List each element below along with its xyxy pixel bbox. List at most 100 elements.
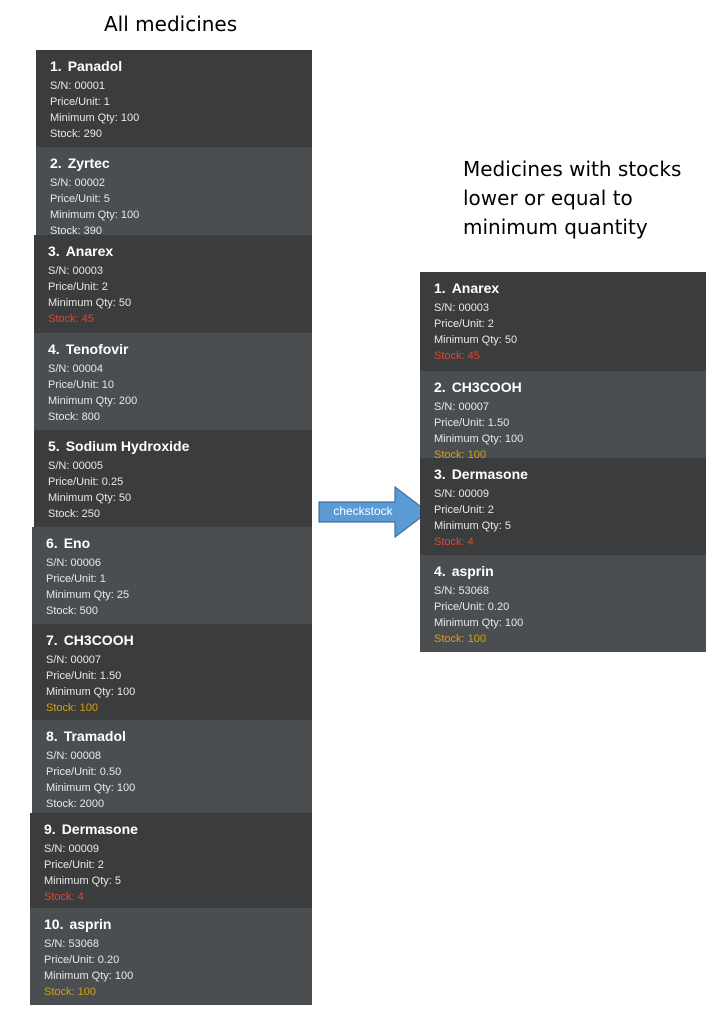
price-per-unit-label: Price/Unit: (50, 193, 104, 205)
serial-number: S/N: 00005 (48, 458, 312, 474)
price-per-unit-value: 0.50 (99, 766, 122, 778)
serial-number-value: 00003 (72, 265, 104, 277)
medicine-title: 4. Tenofovir (48, 341, 312, 357)
medicine-name: asprin (69, 916, 112, 932)
medicine-card[interactable]: 1. Panadol S/N: 00001 Price/Unit: 1 Minimum … (36, 50, 312, 147)
medicine-card[interactable]: 9. Dermasone S/N: 00009 Price/Unit: 2 Minimu… (30, 813, 312, 908)
minimum-quantity: Minimum Qty: 50 (48, 295, 312, 311)
all-medicines-heading: All medicines (104, 12, 238, 36)
minimum-quantity-label: Minimum Qty: (48, 297, 119, 309)
stock-level-value: 2000 (79, 798, 105, 810)
stock-level-label: Stock: (434, 633, 468, 645)
price-per-unit-label: Price/Unit: (46, 766, 100, 778)
medicine-card[interactable]: 2. Zyrtec S/N: 00002 Price/Unit: 5 Minimum Q… (36, 147, 312, 235)
minimum-quantity: Minimum Qty: 100 (50, 110, 312, 126)
medicine-name: asprin (451, 563, 494, 579)
medicine-card[interactable]: 3. Anarex S/N: 00003 Price/Unit: 2 Minimum Q… (34, 235, 312, 333)
medicine-title: 1. Panadol (50, 58, 312, 74)
medicine-index: 5. (48, 438, 60, 454)
minimum-quantity-value: 100 (120, 209, 140, 221)
minimum-quantity: Minimum Qty: 100 (44, 968, 312, 984)
stock-level-value: 45 (81, 313, 94, 325)
minimum-quantity-label: Minimum Qty: (434, 617, 505, 629)
medicine-index: 3. (48, 243, 60, 259)
medicine-card[interactable]: 1. Anarex S/N: 00003 Price/Unit: 2 Minimum Q… (420, 272, 706, 371)
medicine-name: Panadol (67, 58, 123, 74)
medicine-card[interactable]: 4. asprin S/N: 53068 Price/Unit: 0.20 Minimu… (420, 555, 706, 652)
serial-number-value: 53068 (68, 938, 100, 950)
serial-number-value: 00008 (70, 750, 102, 762)
medicine-index: 4. (48, 341, 60, 357)
serial-number-value: 00002 (74, 177, 106, 189)
medicine-name: Dermasone (451, 466, 528, 482)
medicine-title: 5. Sodium Hydroxide (48, 438, 312, 454)
serial-number-value: 00007 (458, 401, 490, 413)
serial-number-label: S/N: (46, 654, 71, 666)
medicine-card[interactable]: 8. Tramadol S/N: 00008 Price/Unit: 0.50 Mini… (32, 720, 312, 813)
stock-level-label: Stock: (48, 411, 82, 423)
medicine-name: Tramadol (63, 728, 126, 744)
price-per-unit: Price/Unit: 2 (48, 279, 312, 295)
minimum-quantity: Minimum Qty: 100 (46, 684, 312, 700)
minimum-quantity-value: 50 (118, 492, 132, 504)
serial-number-label: S/N: (48, 363, 73, 375)
minimum-quantity-label: Minimum Qty: (46, 782, 117, 794)
stock-level-label: Stock: (434, 449, 468, 458)
stock-level-label: Stock: (48, 313, 82, 325)
medicine-name: Sodium Hydroxide (65, 438, 190, 454)
serial-number: S/N: 00003 (48, 263, 312, 279)
medicine-title: 2. CH3COOH (434, 379, 706, 395)
medicine-name: Eno (63, 535, 91, 551)
minimum-quantity-value: 5 (114, 875, 122, 887)
minimum-quantity-label: Minimum Qty: (50, 112, 121, 124)
medicine-title: 2. Zyrtec (50, 155, 312, 171)
minimum-quantity-label: Minimum Qty: (44, 970, 115, 982)
price-per-unit-value: 0.20 (97, 954, 120, 966)
stock-level: Stock: 390 (50, 223, 312, 235)
serial-number: S/N: 00006 (46, 555, 312, 571)
serial-number: S/N: 53068 (44, 936, 312, 952)
medicine-name: Tenofovir (65, 341, 129, 357)
medicine-title: 9. Dermasone (44, 821, 312, 837)
serial-number-value: 00003 (458, 302, 490, 314)
serial-number-label: S/N: (44, 843, 69, 855)
stock-level-label: Stock: (46, 702, 80, 714)
stock-level: Stock: 4 (434, 534, 706, 550)
serial-number-value: 00009 (458, 488, 490, 500)
medicine-card[interactable]: 7. CH3COOH S/N: 00007 Price/Unit: 1.50 Minim… (32, 624, 312, 720)
medicine-index: 2. (434, 379, 446, 395)
medicine-card[interactable]: 2. CH3COOH S/N: 00007 Price/Unit: 1.50 Minim… (420, 371, 706, 458)
medicine-index: 3. (434, 466, 446, 482)
medicine-card[interactable]: 5. Sodium Hydroxide S/N: 00005 Price/Unit: … (34, 430, 312, 527)
minimum-quantity-label: Minimum Qty: (434, 433, 505, 445)
price-per-unit-label: Price/Unit: (48, 379, 102, 391)
medicine-index: 8. (46, 728, 58, 744)
medicine-card[interactable]: 6. Eno S/N: 00006 Price/Unit: 1 Minimum Qty:… (32, 527, 312, 624)
medicine-title: 1. Anarex (434, 280, 706, 296)
price-per-unit: Price/Unit: 1.50 (434, 415, 706, 431)
serial-number-value: 53068 (458, 585, 490, 597)
serial-number-label: S/N: (48, 460, 73, 472)
stock-level-value: 250 (81, 508, 100, 520)
serial-number: S/N: 53068 (434, 583, 706, 599)
serial-number-value: 00005 (72, 460, 104, 472)
medicine-index: 1. (50, 58, 62, 74)
checkstock-command-label: checkstock (333, 504, 393, 518)
stock-level: Stock: 45 (48, 311, 312, 327)
price-per-unit-label: Price/Unit: (434, 417, 488, 429)
stock-level-value: 290 (83, 128, 102, 140)
medicine-card[interactable]: 4. Tenofovir S/N: 00004 Price/Unit: 10 Minim… (34, 333, 312, 430)
stock-level-value: 100 (79, 702, 98, 714)
medicine-index: 1. (434, 280, 446, 296)
medicine-name: Dermasone (61, 821, 138, 837)
minimum-quantity-value: 100 (116, 782, 136, 794)
minimum-quantity-value: 50 (504, 334, 518, 346)
price-per-unit-value: 0.20 (487, 601, 510, 613)
serial-number: S/N: 00004 (48, 361, 312, 377)
serial-number-label: S/N: (50, 177, 75, 189)
stock-level-label: Stock: (48, 508, 82, 520)
medicine-card[interactable]: 10. asprin S/N: 53068 Price/Unit: 0.20 Minim… (30, 908, 312, 1005)
medicine-card[interactable]: 3. Dermasone S/N: 00009 Price/Unit: 2 Minimu… (420, 458, 706, 555)
stock-level-value: 100 (77, 986, 96, 998)
price-per-unit-value: 5 (103, 193, 110, 205)
